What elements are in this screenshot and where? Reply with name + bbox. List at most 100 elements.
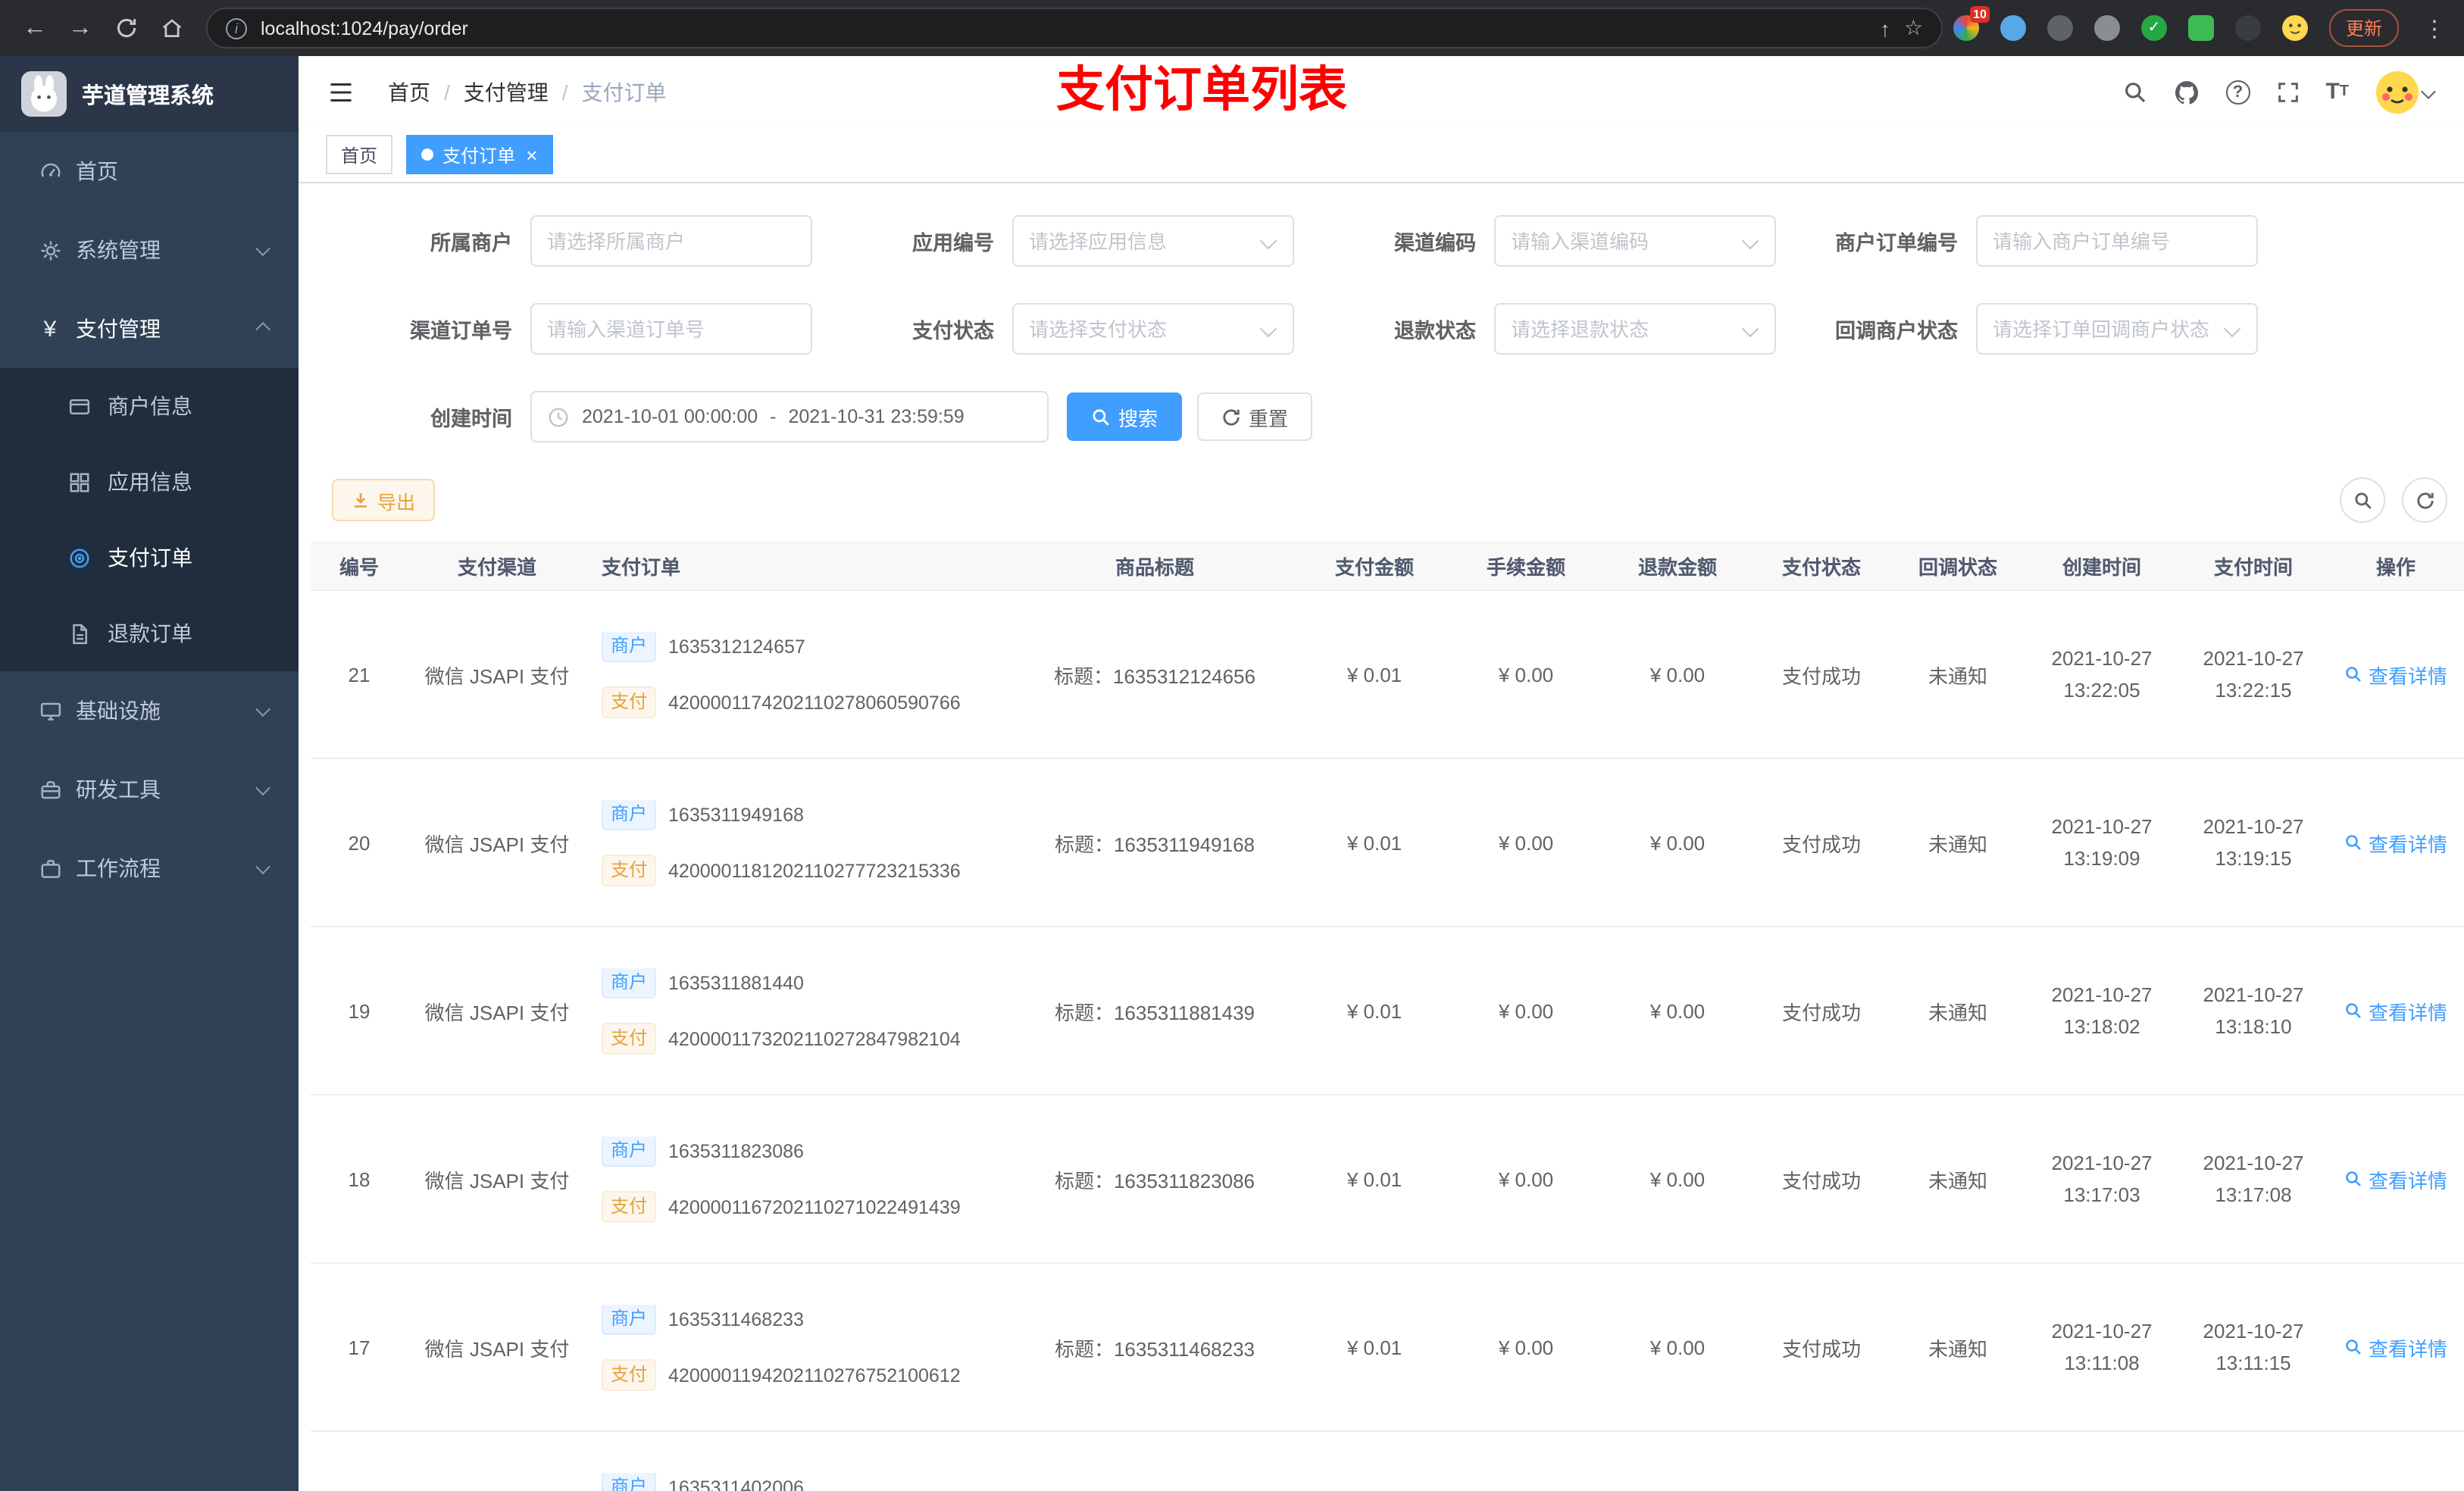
browser-back-button[interactable]: ← [15,8,55,48]
browser-reload-button[interactable] [106,8,145,48]
share-icon[interactable]: ↑ [1880,16,1890,40]
notify-status-select[interactable] [1976,303,2258,355]
browser-update-button[interactable]: 更新 [2328,9,2399,47]
filter-channel-code: 渠道编码 [1312,215,1794,267]
merchant-input[interactable] [547,230,796,252]
search-icon[interactable] [2122,80,2147,104]
github-icon[interactable] [2172,78,2200,105]
view-detail-link[interactable]: 查看详情 [2344,996,2447,1025]
merchant-order-no-field[interactable] [1976,215,2258,267]
browser-forward-button[interactable]: → [61,8,100,48]
browser-menu-icon[interactable]: ⋮ [2420,14,2449,42]
toggle-search-button[interactable] [2340,477,2385,523]
sidebar-item-workflow[interactable]: 工作流程 [0,829,299,908]
breadcrumb-separator: / [444,80,450,104]
date-end[interactable]: 2021-10-31 23:59:59 [789,406,965,427]
view-detail-link[interactable]: 查看详情 [2344,828,2447,857]
channel-code-input[interactable] [1511,230,1759,252]
col-refund: 退款金额 [1637,555,1717,578]
pay-status-input[interactable] [1029,317,1277,340]
date-start[interactable]: 2021-10-01 00:00:00 [582,406,758,427]
create-date: 2021-10-27 [2051,647,2153,670]
extension-dark-icon[interactable] [2047,15,2073,41]
refund-status-input[interactable] [1511,317,1759,340]
cell-notify-status: 未通知 [1928,664,1987,687]
create-clock: 13:22:05 [2063,679,2140,702]
close-icon[interactable]: × [526,143,537,166]
pay-order-line: 支付 4200001174202110278060590766 [602,686,961,717]
pay-order-line: 支付 4200001181202110277723215336 [602,855,961,886]
create-date: 2021-10-27 [2051,1320,2153,1343]
channel-order-no-field[interactable] [530,303,812,355]
user-avatar[interactable] [2375,69,2436,114]
sidebar-item-home[interactable]: 首页 [0,132,299,211]
channel-order-no-input[interactable] [547,317,796,340]
fullscreen-icon[interactable] [2275,80,2300,104]
cell-notify-status: 未通知 [1928,1169,1987,1192]
search-button[interactable]: 搜索 [1067,392,1183,441]
briefcase-icon [38,857,62,880]
view-detail-label: 查看详情 [2368,1001,2447,1024]
extension-pin-icon[interactable] [2234,15,2261,41]
view-detail-link[interactable]: 查看详情 [2344,1164,2447,1193]
pay-tag: 支付 [602,1359,657,1390]
merchant-order-line: 商户 1635311881440 [602,967,804,999]
sidebar-item-pay-order[interactable]: 支付订单 [0,520,299,595]
view-detail-label: 查看详情 [2368,664,2447,687]
refresh-table-button[interactable] [2402,477,2447,523]
cell-channel: 微信 JSAPI 支付 [424,833,570,855]
extension-chat-icon[interactable] [2187,15,2214,41]
main-area: 首页 / 支付管理 / 支付订单 ? T T 首页 支付订单 × 所属商户 请选… [299,56,2464,1491]
url-bar[interactable]: i localhost:1024/pay/order ↑ ☆ [206,8,1943,48]
sidebar-item-merchant-info[interactable]: 商户信息 [0,368,299,444]
merchant-order-no: 1635312124657 [668,636,805,657]
refund-status-select[interactable] [1494,303,1776,355]
sidebar-item-refund-order[interactable]: 退款订单 [0,595,299,671]
app-id-select[interactable] [1012,215,1294,267]
pay-status-select[interactable] [1012,303,1294,355]
card-icon [67,395,91,417]
filter-label: 创建时间 [430,408,512,430]
reset-button[interactable]: 重置 [1197,392,1313,441]
tab-pay-order[interactable]: 支付订单 × [406,135,553,174]
cell-pay-amount: ¥ 0.01 [1346,663,1402,686]
merchant-order-line: 商户 1635311949168 [602,799,804,830]
tab-home[interactable]: 首页 [326,135,393,174]
create-time-range-picker[interactable]: 2021-10-01 00:00:00 - 2021-10-31 23:59:5… [530,391,1049,442]
bookmark-star-icon[interactable]: ☆ [1904,15,1923,41]
site-info-icon[interactable]: i [226,17,247,39]
cell-actions: 查看详情 [2329,1333,2462,1361]
export-button[interactable]: 导出 [332,479,436,521]
app-logo[interactable]: 芋道管理系统 [0,56,299,132]
extension-green-check-icon[interactable]: ✓ [2140,15,2167,41]
merchant-select[interactable] [530,215,812,267]
breadcrumb-home[interactable]: 首页 [388,77,430,107]
sidebar-item-dev-tools[interactable]: 研发工具 [0,750,299,829]
view-detail-link[interactable]: 查看详情 [2344,660,2447,689]
cell-product-title: 标题：1635311823086 [1054,1169,1255,1192]
chevron-down-icon [255,240,270,256]
profile-emoji-icon[interactable] [2281,15,2308,41]
extension-colorful-icon[interactable]: 10 [1953,6,1990,41]
channel-code-select[interactable] [1494,215,1776,267]
extension-gray-icon[interactable] [2093,15,2120,41]
browser-home-button[interactable] [152,8,191,48]
notify-status-input[interactable] [1993,317,2241,340]
help-icon[interactable]: ? [2225,80,2250,104]
hamburger-icon[interactable] [327,78,355,105]
chevron-down-icon [255,701,270,717]
sidebar-item-payment[interactable]: ¥ 支付管理 [0,289,299,368]
view-detail-link[interactable]: 查看详情 [2344,1333,2447,1361]
filter-label: 退款状态 [1394,320,1476,342]
font-size-icon[interactable]: TT [2325,79,2349,105]
cell-create-time: 2021-10-27 13:19:09 [2026,811,2178,874]
sidebar-item-infra[interactable]: 基础设施 [0,671,299,750]
font-size-small: T [2339,83,2349,100]
sidebar-item-app-info[interactable]: 应用信息 [0,444,299,520]
merchant-order-no: 1635311881440 [668,972,804,993]
extension-drop-icon[interactable] [2000,15,2026,41]
merchant-order-no-input[interactable] [1993,230,2241,252]
sidebar-item-system[interactable]: 系统管理 [0,211,299,289]
app-id-input[interactable] [1029,230,1277,252]
breadcrumb-pay-mgmt[interactable]: 支付管理 [464,77,549,107]
